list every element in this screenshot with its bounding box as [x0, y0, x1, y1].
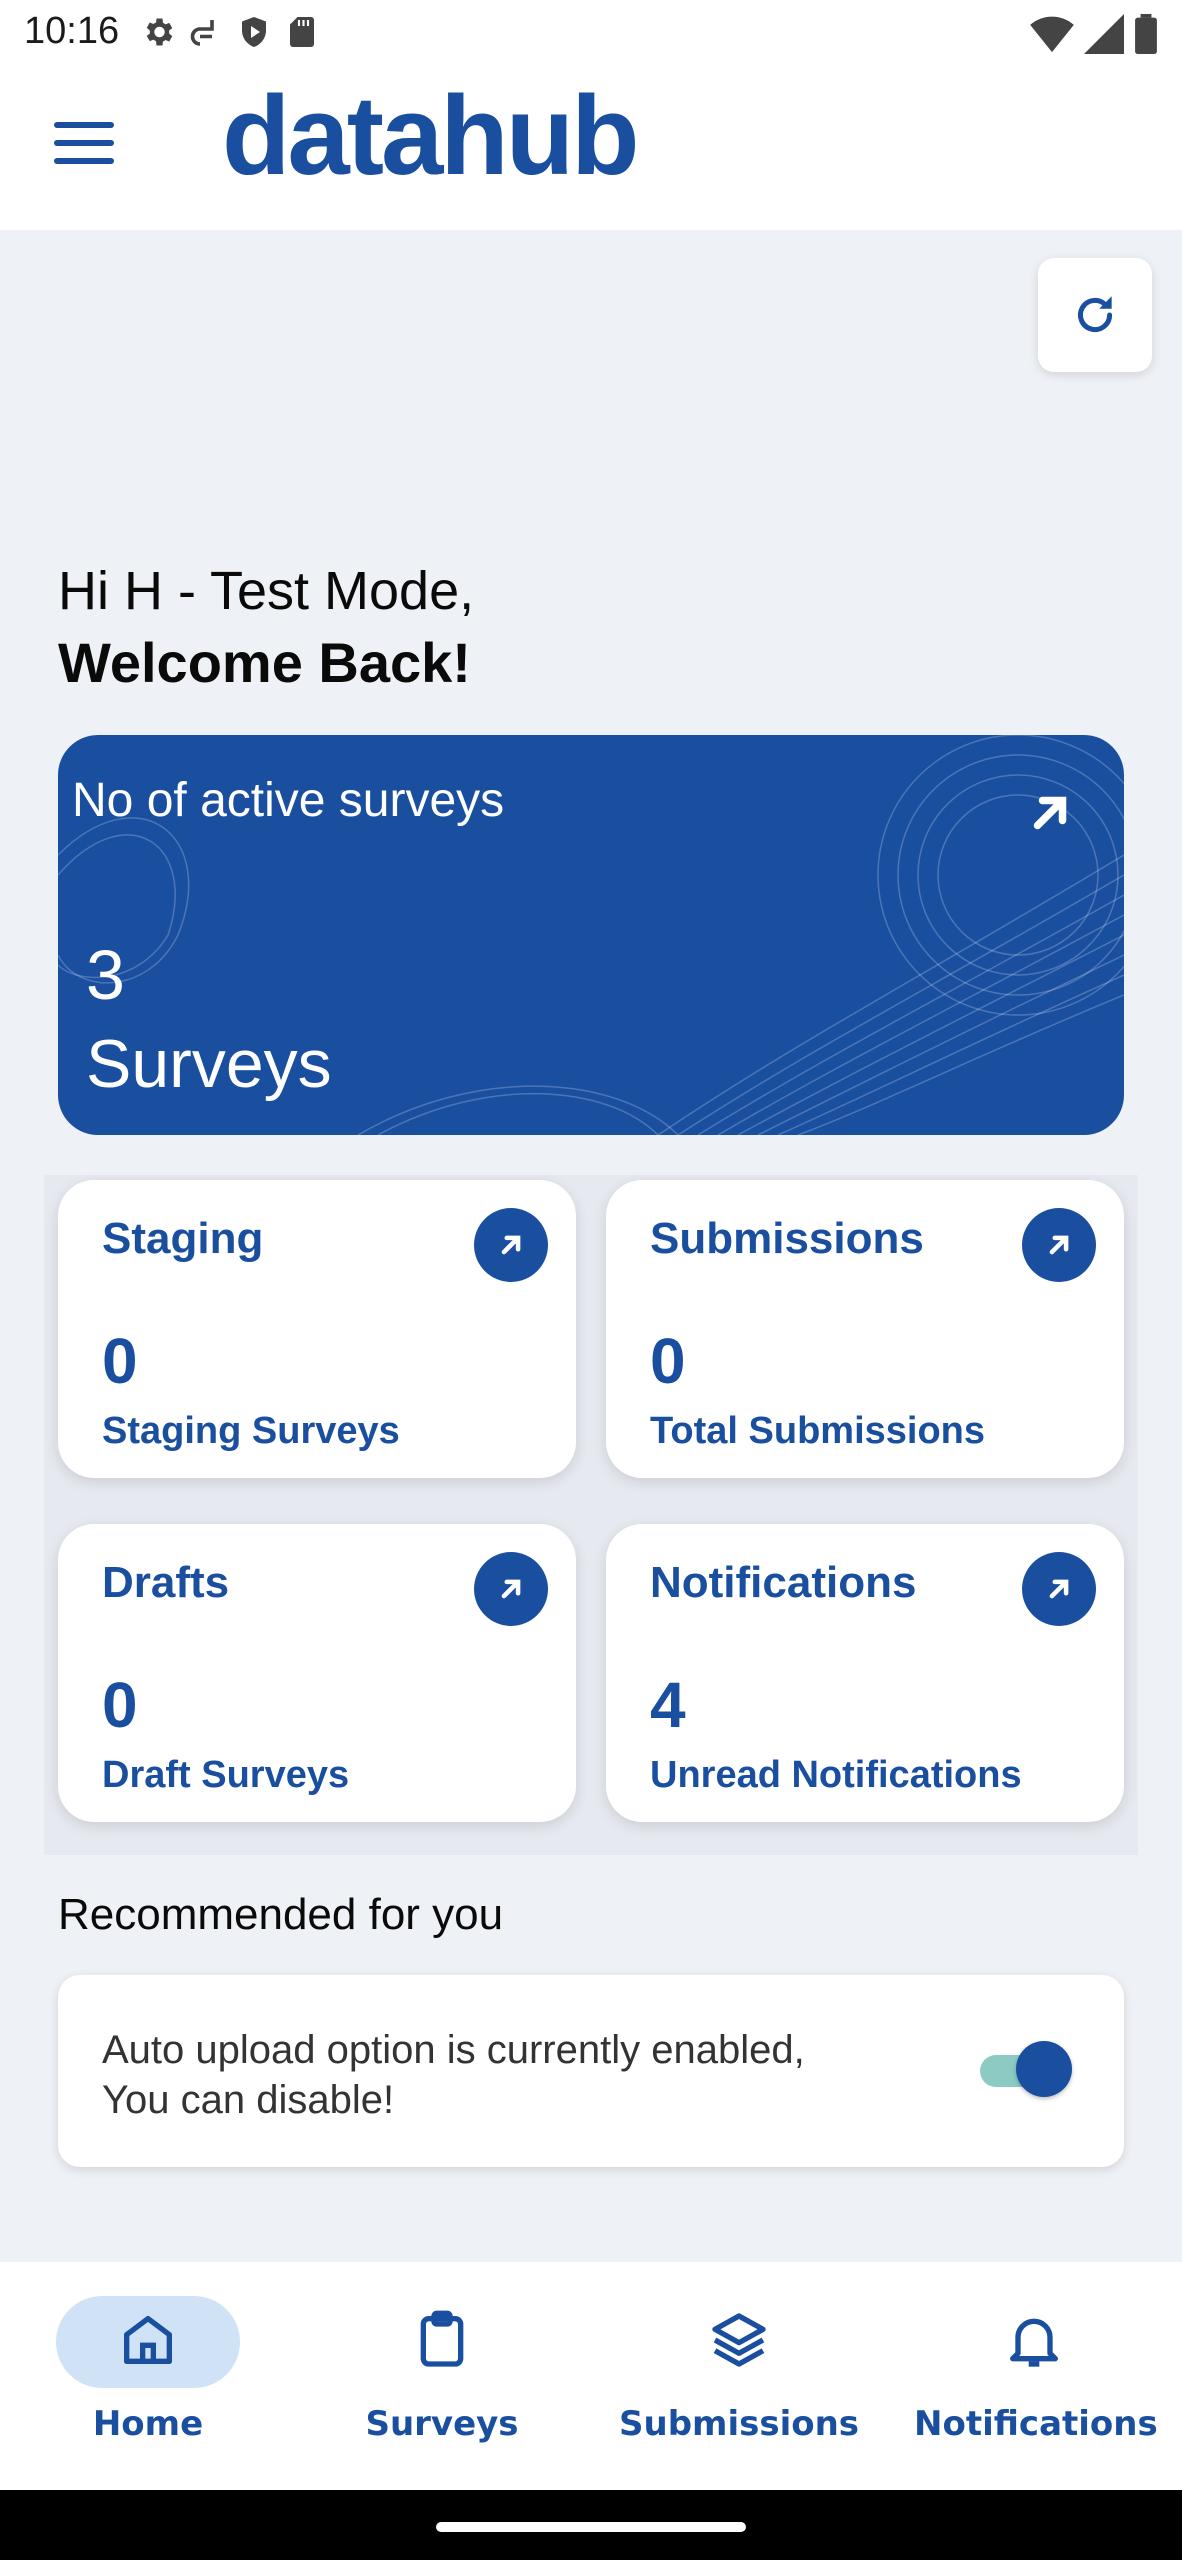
auto-upload-line1: Auto upload option is currently enabled, — [102, 2028, 805, 2072]
card-subtitle: Total Submissions — [650, 1410, 986, 1452]
arrow-up-right-icon — [1033, 796, 1067, 830]
menu-button[interactable] — [52, 120, 134, 182]
sim-icon — [188, 14, 224, 50]
open-button[interactable] — [1022, 1552, 1096, 1626]
layers-icon — [712, 2313, 766, 2367]
card-title: Staging — [102, 1214, 264, 1263]
card-title: Submissions — [650, 1214, 924, 1263]
refresh-icon — [1077, 296, 1113, 333]
home-icon — [124, 2316, 172, 2364]
card-value: 0 — [102, 1325, 138, 1397]
auto-upload-line2: You can disable! — [102, 2078, 395, 2122]
auto-upload-card: Auto upload option is currently enabled,… — [58, 1975, 1124, 2167]
active-surveys-card[interactable]: No of active surveys 3 Surveys — [58, 735, 1124, 1135]
drafts-card[interactable]: Drafts 0 Draft Surveys — [58, 1524, 576, 1822]
signal-icon — [1084, 14, 1124, 54]
card-value: 0 — [102, 1669, 138, 1741]
bell-icon — [1010, 2318, 1058, 2367]
submissions-card[interactable]: Submissions 0 Total Submissions — [606, 1180, 1124, 1478]
clipboard-icon — [420, 2310, 464, 2367]
hamburger-menu-icon — [54, 122, 114, 164]
wifi-icon — [1030, 16, 1074, 53]
active-surveys-unit: Surveys — [86, 1026, 332, 1102]
nav-submissions[interactable]: Submissions — [619, 2290, 859, 2480]
shield-play-icon — [236, 14, 272, 50]
card-value: 4 — [650, 1669, 686, 1741]
recommended-heading: Recommended for you — [58, 1890, 504, 1939]
card-subtitle: Staging Surveys — [102, 1410, 400, 1452]
gesture-handle[interactable] — [436, 2522, 746, 2532]
open-button[interactable] — [1022, 1208, 1096, 1282]
nav-label: Home — [92, 2404, 204, 2444]
card-title: Drafts — [102, 1558, 230, 1607]
status-time: 10:16 — [24, 10, 120, 52]
battery-icon — [1135, 14, 1157, 54]
staging-card[interactable]: Staging 0 Staging Surveys — [58, 1180, 576, 1478]
card-value: 0 — [650, 1325, 686, 1397]
nav-label: Notifications — [914, 2404, 1158, 2444]
refresh-button[interactable] — [1038, 258, 1152, 372]
nav-notifications[interactable]: Notifications — [914, 2290, 1158, 2480]
notifications-card[interactable]: Notifications 4 Unread Notifications — [606, 1524, 1124, 1822]
welcome-heading: Welcome Back! — [58, 631, 471, 694]
nav-home[interactable]: Home — [28, 2290, 268, 2480]
nav-label: Surveys — [365, 2404, 519, 2444]
app-logo: datahub — [222, 73, 640, 198]
card-subtitle: Unread Notifications — [650, 1754, 1022, 1796]
arrow-up-right-icon — [501, 1579, 521, 1599]
auto-upload-text: Auto upload option is currently enabled,… — [102, 2025, 922, 2125]
greeting-line: Hi H - Test Mode, — [58, 561, 475, 621]
arrow-up-right-icon — [1049, 1235, 1069, 1255]
nav-label: Submissions — [619, 2404, 860, 2444]
arrow-up-right-icon — [1049, 1579, 1069, 1599]
status-right-icons — [1030, 14, 1158, 54]
settings-icon — [140, 14, 176, 50]
toggle-thumb — [1016, 2041, 1072, 2097]
open-button[interactable] — [474, 1208, 548, 1282]
auto-upload-toggle[interactable] — [974, 2041, 1072, 2097]
status-icons — [140, 14, 320, 50]
arrow-up-right-icon — [501, 1235, 521, 1255]
card-title: Notifications — [650, 1558, 917, 1607]
open-button[interactable] — [474, 1552, 548, 1626]
active-surveys-label: No of active surveys — [72, 774, 505, 827]
sd-card-icon — [284, 14, 320, 50]
active-surveys-count: 3 — [86, 936, 125, 1014]
nav-surveys[interactable]: Surveys — [322, 2290, 562, 2480]
card-subtitle: Draft Surveys — [102, 1754, 350, 1796]
